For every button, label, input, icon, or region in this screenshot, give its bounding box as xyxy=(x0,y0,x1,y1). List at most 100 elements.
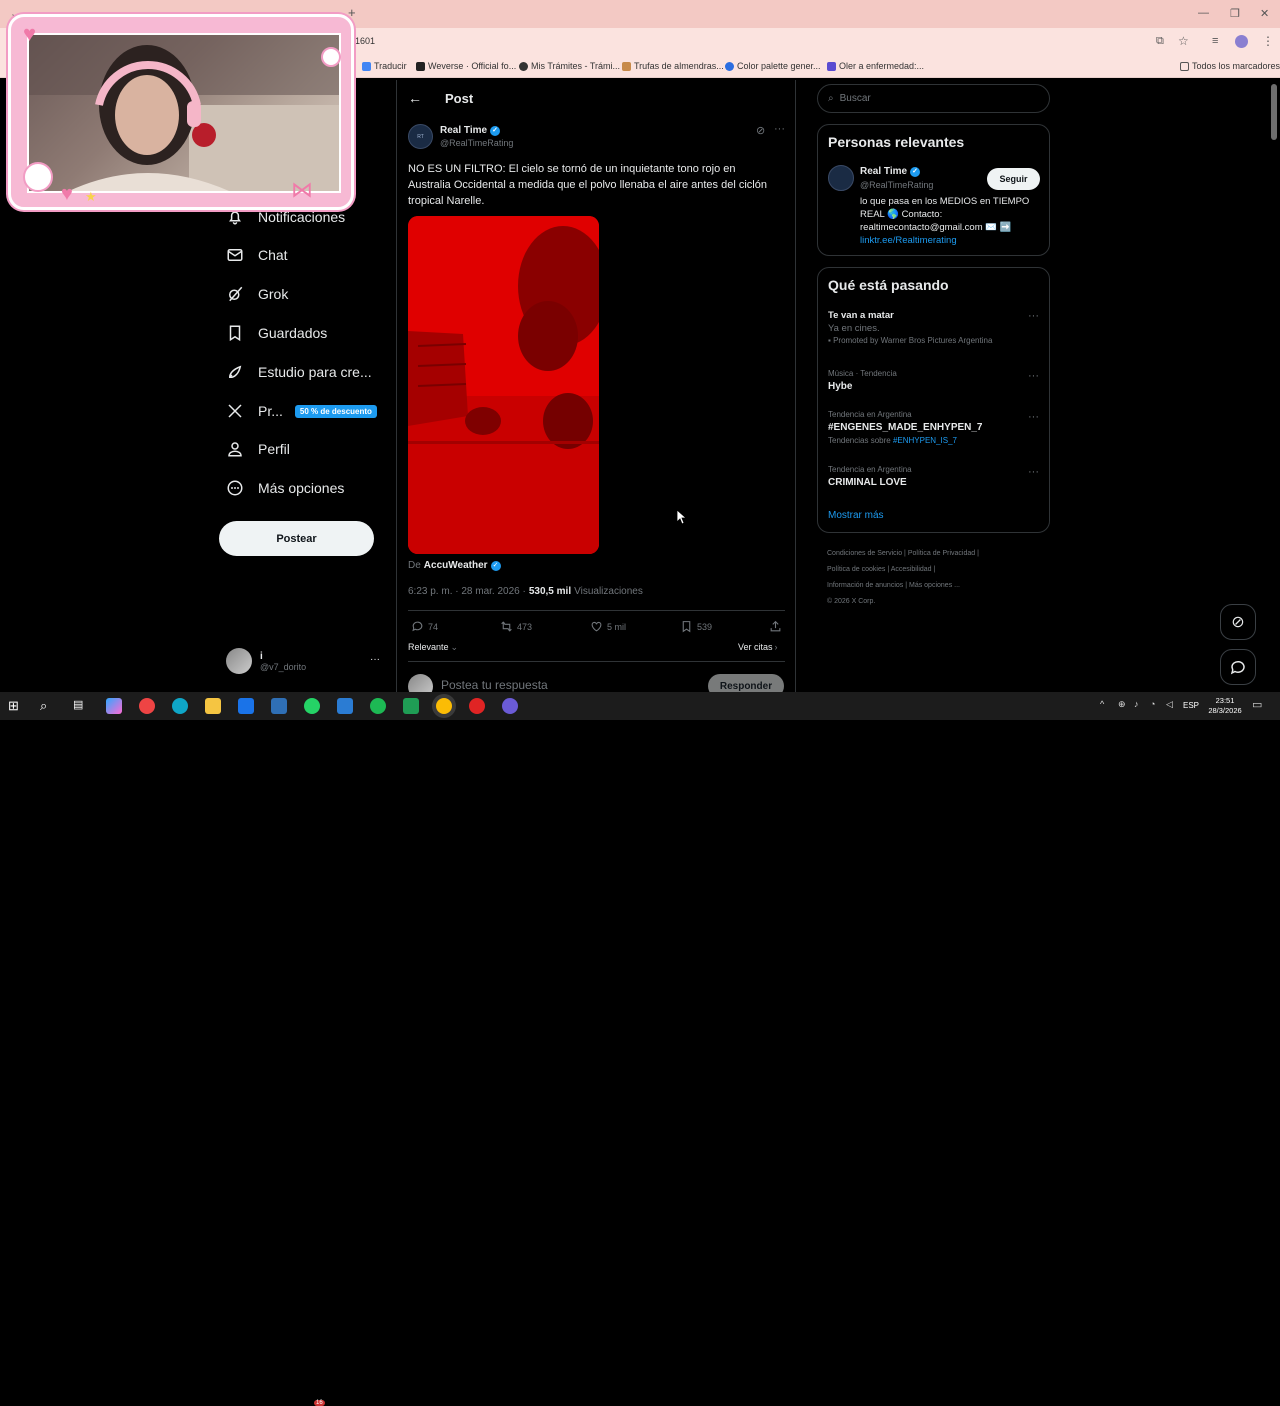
sidebar-item-notifications[interactable]: Notificaciones xyxy=(226,208,345,226)
repost-button[interactable]: 473 xyxy=(500,620,532,633)
media-player-icon[interactable] xyxy=(469,698,485,714)
author-name-row[interactable]: Real Time ✓ xyxy=(440,125,501,136)
file-explorer-icon[interactable] xyxy=(205,698,221,714)
footer-link[interactable]: Política de cookies xyxy=(827,566,885,573)
tray-app-icon[interactable]: ⊕ xyxy=(1118,699,1126,710)
search-icon[interactable]: ⌕ xyxy=(40,698,56,714)
search-box[interactable]: ⌕ Buscar xyxy=(817,84,1050,113)
clock[interactable]: 23:51 28/3/2026 xyxy=(1202,696,1248,716)
post-media-video[interactable] xyxy=(408,216,599,554)
bookmark-item[interactable]: Oler a enfermedad:... xyxy=(827,61,924,71)
sidebar-item-premium[interactable]: Pr... 50 % de descuento xyxy=(226,402,377,420)
microphone-icon[interactable]: ♪ xyxy=(1134,699,1139,709)
quotes-link[interactable]: Ver citas › xyxy=(738,642,778,652)
search-input[interactable]: Buscar xyxy=(840,93,871,104)
footer-link[interactable]: Condiciones de Servicio xyxy=(827,550,902,557)
reply-icon xyxy=(412,621,423,632)
trend-item[interactable]: Tendencia en Argentina CRIMINAL LOVE xyxy=(828,465,1041,488)
minimize-button[interactable]: — xyxy=(1198,7,1209,19)
maximize-button[interactable]: ❐ xyxy=(1230,7,1240,20)
bookmark-item[interactable]: Weverse · Official fo... xyxy=(416,61,516,71)
notifications-icon[interactable]: ▭ xyxy=(1252,698,1262,711)
bio-link[interactable]: linktr.ee/Realtimerating xyxy=(860,235,957,246)
avatar[interactable] xyxy=(828,165,854,191)
trend-more-icon[interactable]: ··· xyxy=(1028,411,1039,423)
chat-float-button[interactable] xyxy=(1220,649,1256,685)
account-more-icon[interactable]: ··· xyxy=(370,654,380,665)
chrome-icon[interactable] xyxy=(436,698,452,714)
sidebar-item-grok[interactable]: Grok xyxy=(226,285,288,303)
person-name-row[interactable]: Real Time ✓ xyxy=(860,166,921,177)
language-indicator[interactable]: ESP xyxy=(1183,701,1199,710)
trend-hashtag-link[interactable]: #ENHYPEN_IS_7 xyxy=(893,436,957,445)
spotify-icon[interactable] xyxy=(370,698,386,714)
trend-item[interactable]: Tendencia en Argentina #ENGENES_MADE_ENH… xyxy=(828,410,1041,445)
network-icon[interactable]: ◔ xyxy=(1150,699,1155,709)
back-arrow-icon[interactable]: ← xyxy=(408,90,422,106)
show-more-link[interactable]: Mostrar más xyxy=(828,510,884,521)
bookmark-button[interactable]: 539 xyxy=(680,620,712,633)
word-icon[interactable] xyxy=(337,698,353,714)
all-bookmarks[interactable]: Todos los marcadores xyxy=(1180,61,1280,71)
sidebar-item-bookmarks[interactable]: Guardados xyxy=(226,324,327,342)
verified-badge-icon: ✓ xyxy=(490,560,501,571)
copilot-icon[interactable] xyxy=(106,698,122,714)
footer-link[interactable]: Información de anuncios xyxy=(827,582,903,589)
follow-button[interactable]: Seguir xyxy=(987,168,1040,190)
bookmark-item[interactable]: Traducir xyxy=(362,61,407,71)
excel-icon[interactable] xyxy=(403,698,419,714)
bookmark-icon xyxy=(229,325,241,342)
install-app-icon[interactable]: ⧉ xyxy=(1156,35,1164,48)
url-text[interactable]: 1601 xyxy=(355,36,375,46)
tray-chevron-icon[interactable]: ^ xyxy=(1100,699,1104,709)
task-view-icon[interactable]: ▤ xyxy=(73,698,89,714)
bookmark-item[interactable]: Trufas de almendras... xyxy=(622,61,724,71)
mail-app-icon[interactable] xyxy=(238,698,254,714)
like-button[interactable]: 5 mil xyxy=(590,620,626,633)
footer-link[interactable]: Accesibilidad xyxy=(891,566,932,573)
post-button[interactable]: Postear xyxy=(219,521,374,556)
profile-avatar[interactable] xyxy=(1235,35,1248,48)
footer-link[interactable]: Más opciones ... xyxy=(909,582,960,589)
bookmark-item[interactable]: Mis Trámites - Trámi... xyxy=(519,61,620,71)
start-button[interactable]: ⊞ xyxy=(8,698,24,714)
edge-icon[interactable] xyxy=(172,698,188,714)
app-icon[interactable] xyxy=(139,698,155,714)
grok-post-icon[interactable]: ⊘ xyxy=(756,124,765,137)
trend-item[interactable]: Música · Tendencia Hybe xyxy=(828,369,1041,392)
share-button[interactable] xyxy=(769,620,782,633)
browser-menu-icon[interactable]: ⋮ xyxy=(1262,34,1274,48)
page-scrollbar[interactable] xyxy=(1271,84,1277,140)
post-timestamp[interactable]: 6:23 p. m. · 28 mar. 2026 · xyxy=(408,586,526,597)
messenger-icon[interactable] xyxy=(502,698,518,714)
sidebar-item-profile[interactable]: Perfil xyxy=(226,440,290,458)
divider xyxy=(408,661,785,662)
site-icon xyxy=(827,61,836,71)
bookmark-item[interactable]: Color palette gener... xyxy=(725,61,821,71)
author-handle[interactable]: @RealTimeRating xyxy=(440,138,513,148)
calculator-icon[interactable] xyxy=(271,698,287,714)
extensions-icon[interactable]: ≡ xyxy=(1212,35,1218,47)
star-bookmark-icon[interactable]: ☆ xyxy=(1178,34,1189,48)
sidebar-item-chat[interactable]: Chat xyxy=(226,246,288,264)
trend-more-icon[interactable]: ··· xyxy=(1028,370,1039,382)
sidebar-item-more[interactable]: Más opciones xyxy=(226,479,344,497)
author-avatar[interactable]: RT xyxy=(408,124,433,149)
post-more-icon[interactable]: ··· xyxy=(774,123,785,135)
trend-item[interactable]: Te van a matar Ya en cines. ▪ Promoted b… xyxy=(828,310,1041,345)
account-switcher[interactable]: i @v7_dorito xyxy=(226,648,306,674)
person-handle[interactable]: @RealTimeRating xyxy=(860,180,933,190)
trend-more-icon[interactable]: ··· xyxy=(1028,466,1039,478)
trend-more-icon[interactable]: ··· xyxy=(1028,310,1039,322)
close-window-button[interactable]: ✕ xyxy=(1260,7,1269,20)
sidebar-item-creator-studio[interactable]: Estudio para cre... xyxy=(226,363,372,381)
source-link[interactable]: AccuWeather xyxy=(424,560,488,571)
sort-dropdown[interactable]: Relevante ⌄ xyxy=(408,642,458,653)
reply-submit-button[interactable]: Responder xyxy=(708,674,784,692)
whatsapp-icon[interactable] xyxy=(304,698,320,714)
grok-float-button[interactable]: ⊘ xyxy=(1220,604,1256,640)
reply-input[interactable]: Postea tu respuesta xyxy=(441,678,548,692)
reply-button[interactable]: 74 xyxy=(411,620,438,633)
volume-icon[interactable]: ◁ xyxy=(1166,699,1173,710)
footer-link[interactable]: Política de Privacidad xyxy=(908,550,975,557)
